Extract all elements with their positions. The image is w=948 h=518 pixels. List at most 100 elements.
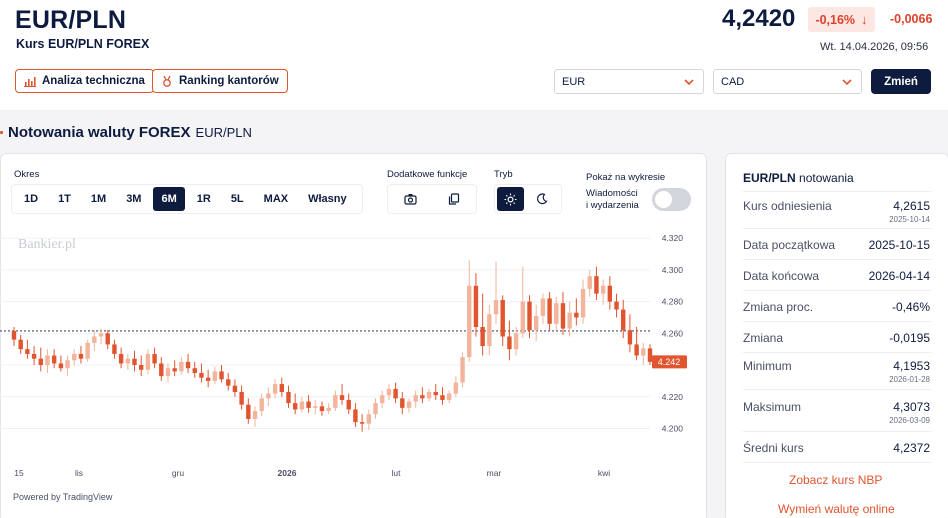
candle-body (339, 395, 345, 400)
candle-body (426, 392, 432, 399)
x-tick-label: 2026 (278, 468, 297, 478)
stat-label-change: Zmiana (743, 331, 784, 345)
candle-body (139, 365, 144, 370)
candle-body (272, 384, 278, 394)
range-button-5l[interactable]: 5L (223, 187, 252, 211)
candle-body (574, 312, 579, 318)
last-price-label: 4.242 (658, 357, 681, 367)
candle-body (112, 344, 117, 354)
candle-body (31, 353, 37, 359)
candle-body (319, 406, 325, 412)
candle-body (299, 401, 305, 410)
divider (743, 431, 931, 432)
x-axis: 15 lis gru 2026 lut mar kwi (14, 468, 610, 478)
chart-watermark: Bankier.pl (18, 237, 76, 252)
candle-body (192, 368, 197, 373)
candle-body (500, 300, 505, 337)
change-currency-button[interactable]: Zmień (871, 69, 931, 94)
candle-body (393, 388, 398, 399)
candle-body (627, 330, 633, 345)
moon-icon (536, 193, 547, 205)
candle-body (38, 358, 43, 366)
candle-body (246, 404, 251, 419)
exchange-ranking-label: Ranking kantorów (179, 75, 279, 87)
camera-icon[interactable] (404, 193, 417, 205)
candle-body (25, 349, 30, 354)
functions-group (387, 184, 477, 214)
range-button-1r[interactable]: 1R (189, 187, 219, 211)
nbp-rate-link[interactable]: Zobacz kurs NBP (789, 473, 882, 487)
candle-body (433, 392, 438, 396)
candle-body (460, 357, 465, 383)
news-events-toggle[interactable] (652, 188, 691, 211)
functions-label: Dodatkowe funkcje (387, 169, 468, 180)
stat-label-reference: Kurs odniesienia (743, 199, 832, 213)
candle-body (634, 344, 639, 356)
y-tick-label: 4.280 (662, 297, 684, 307)
section-marker (0, 131, 3, 134)
bar-chart-icon (24, 76, 36, 87)
x-tick-label: kwi (598, 468, 610, 478)
candle-body (326, 407, 331, 412)
powered-by[interactable]: Powered by TradingView (13, 492, 112, 502)
dark-mode-button[interactable] (528, 187, 555, 211)
candle-body (400, 398, 405, 408)
divider (743, 352, 931, 353)
range-button-custom[interactable]: Własny (300, 187, 355, 211)
stat-date-minimum: 2026-01-28 (889, 375, 930, 384)
candle-body (11, 330, 17, 340)
candle-body (199, 372, 204, 378)
change-percent: -0,16% (815, 12, 856, 27)
candle-body (212, 371, 218, 381)
candle-body (440, 395, 445, 400)
currency-from-select[interactable]: EUR (554, 69, 704, 94)
price-chart[interactable]: Bankier.pl 4.3204.3004.2804.2604.2404.22… (0, 226, 705, 488)
candle-body (346, 399, 351, 410)
period-label: Okres (14, 169, 40, 180)
candle-body (560, 303, 566, 329)
stat-label-minimum: Minimum (743, 359, 792, 373)
candle-body (641, 348, 646, 356)
candle-body (51, 355, 57, 364)
candle-body (98, 333, 104, 337)
copy-icon[interactable] (448, 193, 460, 205)
candle-body (45, 355, 50, 366)
candle-body (145, 353, 151, 370)
candle-body (420, 395, 425, 399)
exchange-online-link[interactable]: Wymień walutę online (778, 502, 895, 516)
candle-body (105, 333, 110, 345)
range-button-1d[interactable]: 1D (16, 187, 46, 211)
candle-body (520, 301, 525, 334)
section-title: Notowania waluty FOREX EUR/PLN (0, 124, 252, 141)
candle-body (58, 363, 64, 369)
change-absolute: -0,0066 (890, 12, 933, 26)
stat-value-minimum: 4,1953 (893, 359, 930, 373)
x-tick-label: 15 (14, 468, 24, 478)
stat-value-end-date: 2026-04-14 (868, 269, 930, 283)
divider (743, 462, 931, 463)
candle-body (607, 285, 613, 302)
divider (743, 259, 931, 260)
candle-body (232, 385, 238, 393)
range-button-1m[interactable]: 1M (83, 187, 114, 211)
current-rate: 4,2420 (722, 5, 796, 32)
exchange-ranking-button[interactable]: Ranking kantorów (152, 69, 288, 93)
range-button-3m[interactable]: 3M (118, 187, 149, 211)
range-button-6m[interactable]: 6M (153, 187, 185, 211)
stat-label-end-date: Data końcowa (743, 269, 820, 283)
news-events-label: Wiadomości i wydarzenia (586, 188, 639, 212)
stat-label-change-pct: Zmiana proc. (743, 300, 814, 314)
toggle-knob (655, 191, 672, 208)
show-on-chart-label: Pokaż na wykresie (586, 172, 666, 183)
technical-analysis-label: Analiza techniczna (42, 75, 145, 87)
stat-value-change-pct: -0,46% (891, 300, 930, 314)
candle-body (152, 353, 157, 364)
candle-body (587, 276, 592, 289)
x-tick-label: gru (172, 468, 185, 478)
range-button-max[interactable]: MAX (256, 187, 296, 211)
candle-body (594, 276, 599, 294)
range-button-1t[interactable]: 1T (50, 187, 79, 211)
light-mode-button[interactable] (497, 187, 524, 211)
technical-analysis-button[interactable]: Analiza techniczna (15, 69, 154, 93)
currency-to-select[interactable]: CAD (713, 69, 862, 94)
